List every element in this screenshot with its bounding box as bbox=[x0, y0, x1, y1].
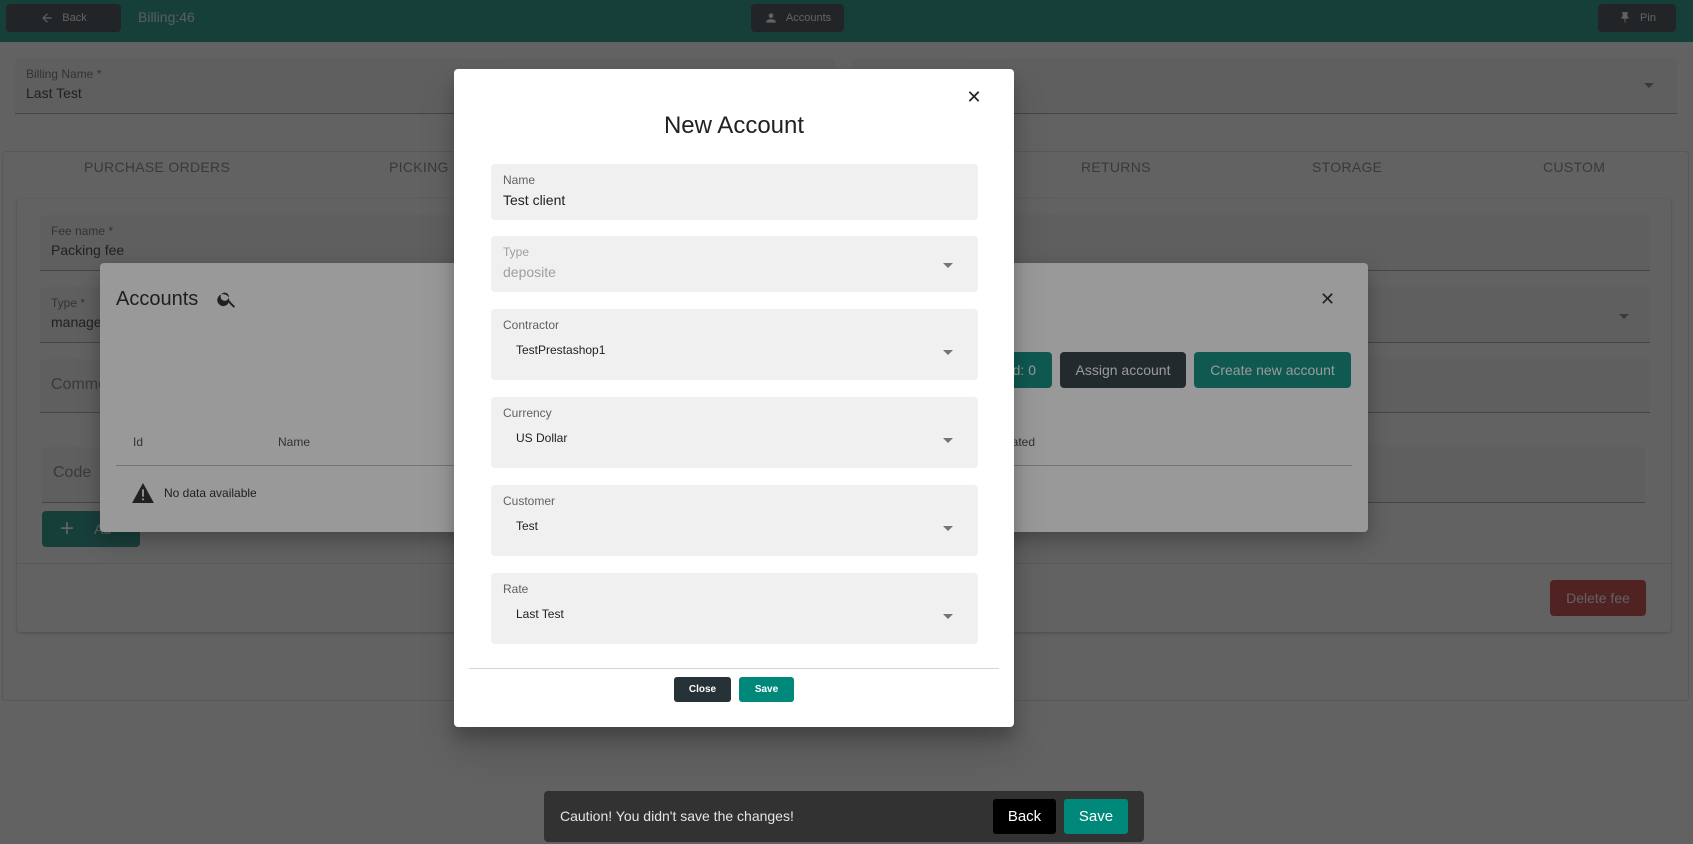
snackbar-back-button[interactable]: Back bbox=[993, 799, 1056, 834]
close-button[interactable]: Close bbox=[674, 677, 731, 702]
account-type-label: Type bbox=[503, 245, 530, 259]
chevron-down-icon bbox=[943, 614, 953, 619]
currency-select[interactable]: Currency US Dollar bbox=[491, 397, 978, 468]
account-name-label: Name bbox=[503, 173, 536, 187]
customer-value: Test bbox=[516, 519, 539, 533]
rate-select[interactable]: Rate Last Test bbox=[491, 573, 978, 644]
chevron-down-icon bbox=[943, 438, 953, 443]
currency-label: Currency bbox=[503, 406, 552, 420]
snackbar-message: Caution! You didn't save the changes! bbox=[560, 808, 794, 824]
contractor-label: Contractor bbox=[503, 318, 560, 332]
chevron-down-icon bbox=[943, 263, 953, 268]
rate-label: Rate bbox=[503, 582, 529, 596]
rate-value: Last Test bbox=[516, 607, 564, 621]
account-name-value: Test client bbox=[503, 192, 566, 208]
customer-select[interactable]: Customer Test bbox=[491, 485, 978, 556]
save-button[interactable]: Save bbox=[739, 677, 794, 702]
new-account-title: New Account bbox=[663, 112, 805, 139]
chevron-down-icon bbox=[943, 526, 953, 531]
snackbar-save-button[interactable]: Save bbox=[1064, 799, 1128, 834]
chevron-down-icon bbox=[943, 350, 953, 355]
contractor-select[interactable]: Contractor TestPrestashop1 bbox=[491, 309, 978, 380]
new-account-dialog: ✕ New Account Name Test client Type depo… bbox=[454, 69, 1014, 727]
account-type-select[interactable]: Type deposite bbox=[491, 236, 978, 292]
account-type-value: deposite bbox=[503, 264, 556, 280]
unsaved-changes-snackbar: Caution! You didn't save the changes! Ba… bbox=[544, 791, 1144, 842]
dialog-footer-divider bbox=[469, 668, 999, 669]
account-name-field[interactable]: Name Test client bbox=[491, 164, 978, 220]
currency-value: US Dollar bbox=[516, 431, 568, 445]
customer-label: Customer bbox=[503, 494, 556, 508]
close-icon[interactable]: ✕ bbox=[962, 85, 986, 109]
contractor-value: TestPrestashop1 bbox=[516, 343, 606, 357]
